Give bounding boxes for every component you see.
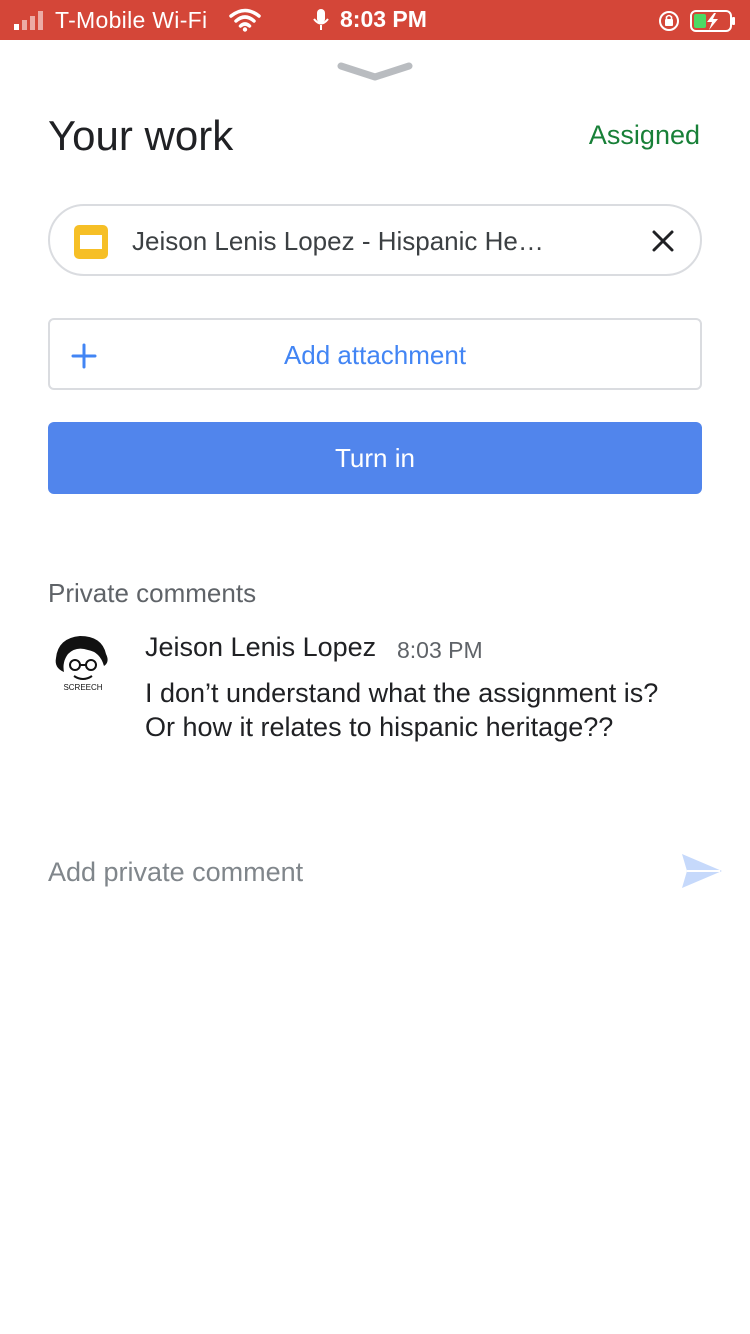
comment-text: I don’t understand what the assignment i… (145, 678, 659, 742)
wifi-icon (229, 8, 261, 32)
status-time: 8:03 PM (340, 6, 427, 32)
page-title: Your work (48, 112, 234, 159)
private-comment-input[interactable] (48, 852, 648, 892)
attachment-chip[interactable]: Jeison Lenis Lopez - Hispanic Herita... (48, 204, 702, 276)
comment-author: Jeison Lenis Lopez (145, 632, 377, 662)
assignment-status: Assigned (588, 120, 700, 150)
comment-time: 8:03 PM (397, 637, 483, 663)
send-icon[interactable] (680, 852, 724, 890)
signal-icon (14, 11, 43, 30)
avatar[interactable]: SCREECH (50, 632, 114, 696)
turn-in-button[interactable]: Turn in (48, 422, 702, 494)
slides-icon (74, 225, 108, 259)
private-comments-heading: Private comments (48, 578, 257, 608)
status-bar: T-Mobile Wi-Fi 8:03 PM (0, 0, 750, 40)
chevron-down-icon[interactable] (337, 60, 413, 86)
rotation-lock-icon (659, 11, 679, 31)
carrier-name: T-Mobile Wi-Fi (55, 7, 208, 33)
microphone-icon (313, 9, 329, 30)
battery-charging-icon (690, 10, 735, 32)
attachment-name: Jeison Lenis Lopez - Hispanic Herita... (132, 226, 544, 256)
close-icon[interactable] (648, 226, 678, 256)
avatar-caption: SCREECH (63, 683, 102, 692)
add-attachment-button[interactable]: Add attachment (48, 318, 702, 390)
add-attachment-label: Add attachment (283, 340, 467, 370)
